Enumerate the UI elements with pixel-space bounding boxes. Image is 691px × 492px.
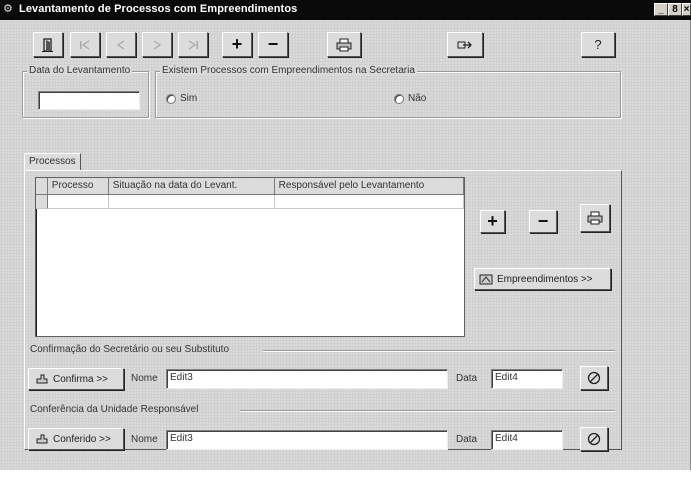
column-header-situacao[interactable]: Situação na data do Levant. bbox=[108, 178, 275, 195]
confirmacao-nome-field[interactable]: Edit3 bbox=[166, 369, 448, 389]
radio-sim-label: Sim bbox=[180, 93, 198, 104]
stamp-icon bbox=[36, 434, 48, 444]
stamp-icon bbox=[36, 374, 48, 384]
next-icon bbox=[153, 39, 162, 50]
exit-button[interactable] bbox=[33, 32, 63, 57]
conferencia-data-label: Data bbox=[456, 434, 478, 445]
column-header-responsavel[interactable]: Responsável pelo Levantamento bbox=[274, 178, 465, 195]
add-processo-button[interactable]: + bbox=[480, 210, 505, 233]
levantamento-date-label: Data do Levantamento bbox=[27, 65, 133, 76]
column-header-processo[interactable]: Processo bbox=[47, 178, 109, 195]
row-indicator bbox=[36, 195, 48, 209]
processos-grid[interactable]: Processo Situação na data do Levant. Res… bbox=[35, 177, 465, 337]
grid-header: Processo Situação na data do Levant. Res… bbox=[36, 178, 465, 195]
conferencia-cancel-button[interactable] bbox=[580, 427, 608, 451]
conferencia-nome-label: Nome bbox=[131, 434, 158, 445]
minimize-button[interactable]: _ bbox=[654, 3, 668, 16]
cell-processo[interactable] bbox=[47, 195, 109, 209]
door-icon bbox=[42, 37, 53, 52]
conferido-label: Conferido >> bbox=[53, 433, 111, 445]
cancel-icon bbox=[587, 432, 601, 446]
prior-icon bbox=[116, 39, 125, 50]
conferencia-section-label: Conferência da Unidade Responsável bbox=[30, 404, 199, 415]
tools-icon bbox=[479, 274, 493, 285]
main-window: ⚙ Levantamento de Processos com Empreend… bbox=[0, 0, 691, 470]
help-button[interactable]: ? bbox=[581, 32, 615, 57]
conferencia-nome-field[interactable]: Edit3 bbox=[166, 430, 448, 450]
refresh-button[interactable] bbox=[447, 32, 483, 57]
printer-icon bbox=[587, 211, 603, 225]
last-record-button[interactable] bbox=[178, 32, 208, 57]
levantamento-date-field[interactable] bbox=[38, 91, 140, 110]
radio-nao[interactable] bbox=[394, 94, 404, 104]
confirmacao-data-label: Data bbox=[456, 373, 478, 384]
conferencia-separator bbox=[240, 410, 615, 412]
print-processo-button[interactable] bbox=[580, 204, 610, 232]
next-record-button[interactable] bbox=[142, 32, 172, 57]
delete-button[interactable]: − bbox=[258, 32, 288, 57]
remove-processo-button[interactable]: − bbox=[529, 210, 557, 233]
empreendimentos-button[interactable]: Empreendimentos >> bbox=[474, 268, 611, 290]
radio-sim[interactable] bbox=[166, 94, 176, 104]
confirmacao-data-field[interactable]: Edit4 bbox=[491, 369, 563, 389]
confirma-button[interactable]: Confirma >> bbox=[28, 368, 124, 390]
printer-icon bbox=[336, 38, 352, 51]
confirmacao-separator bbox=[263, 350, 615, 352]
radio-nao-label: Não bbox=[408, 93, 427, 104]
prior-record-button[interactable] bbox=[106, 32, 136, 57]
empreendimentos-label: Empreendimentos >> bbox=[497, 273, 593, 285]
first-record-button[interactable] bbox=[70, 32, 100, 57]
confirma-label: Confirma >> bbox=[53, 373, 109, 385]
confirmacao-cancel-button[interactable] bbox=[580, 366, 608, 390]
tab-processos[interactable]: Processos bbox=[24, 153, 81, 170]
grid-corner bbox=[36, 178, 48, 195]
title-bar: ⚙ Levantamento de Processos com Empreend… bbox=[0, 0, 691, 20]
conferido-button[interactable]: Conferido >> bbox=[28, 428, 124, 450]
cell-responsavel[interactable] bbox=[274, 195, 464, 209]
conferencia-data-field[interactable]: Edit4 bbox=[491, 430, 563, 450]
confirmacao-nome-label: Nome bbox=[131, 373, 158, 384]
cell-situacao[interactable] bbox=[108, 195, 275, 209]
confirmacao-section-label: Confirmação do Secretário ou seu Substit… bbox=[30, 344, 229, 355]
cancel-icon bbox=[587, 371, 601, 385]
window-title: Levantamento de Processos com Empreendim… bbox=[19, 3, 298, 15]
close-button[interactable]: × bbox=[682, 3, 691, 16]
first-icon bbox=[80, 39, 90, 50]
table-row[interactable] bbox=[36, 195, 464, 209]
arrow-icon bbox=[457, 41, 472, 48]
last-icon bbox=[188, 39, 198, 50]
app-icon: ⚙ bbox=[3, 3, 13, 15]
existem-processos-label: Existem Processos com Empreendimentos na… bbox=[160, 65, 417, 76]
existem-processos-group bbox=[155, 71, 621, 118]
insert-button[interactable]: + bbox=[222, 32, 252, 57]
print-button[interactable] bbox=[327, 32, 361, 57]
maximize-button[interactable]: 8 bbox=[668, 3, 682, 16]
